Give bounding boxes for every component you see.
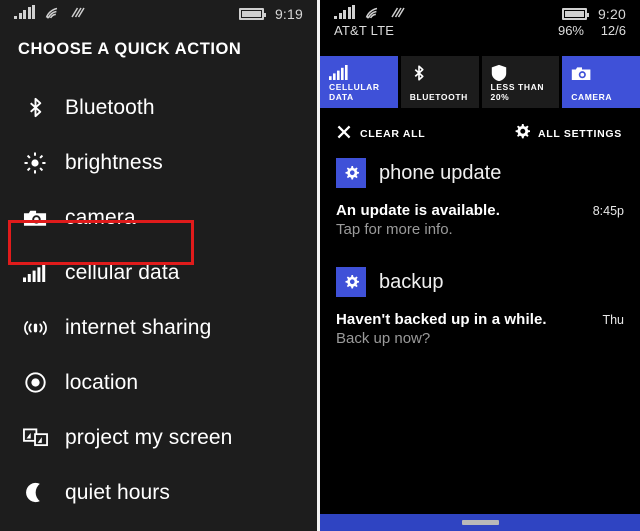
wifi-icon <box>44 6 60 19</box>
notification-subtitle: Tap for more info. <box>336 221 453 238</box>
action-row: CLEAR ALL ALL SETTINGS <box>320 108 640 142</box>
all-settings-button[interactable]: ALL SETTINGS <box>514 123 622 145</box>
notification-header: phone update <box>336 158 624 188</box>
notification-time: 8:45p <box>592 204 624 218</box>
signal-bars-icon <box>14 5 35 19</box>
quick-action-item-project-my-screen[interactable]: project my screen <box>0 410 317 465</box>
battery-icon <box>238 8 266 20</box>
quick-action-item-cellular-data[interactable]: cellular data <box>0 245 317 300</box>
clear-all-label: CLEAR ALL <box>360 128 426 140</box>
quick-action-item-quiet-hours[interactable]: quiet hours <box>0 465 317 520</box>
date-label: 12/6 <box>600 23 626 38</box>
notification-list: phone update An update is available. 8:4… <box>320 158 640 347</box>
left-clock: 9:19 <box>274 6 303 22</box>
tile-label: BLUETOOTH <box>409 92 468 102</box>
quick-action-tiles: CELLULAR DATA BLUETOOTH LESS THAN 20% CA… <box>320 56 640 108</box>
tile-label: CAMERA <box>571 92 613 102</box>
screenshot-root: 9:19 CHOOSE A QUICK ACTION Bluetooth bri… <box>0 0 640 531</box>
notification-app-name: backup <box>379 270 444 293</box>
notification-subtitle: Back up now? <box>336 330 431 347</box>
location-icon <box>18 371 52 394</box>
left-status-right: 9:19 <box>238 6 303 22</box>
notification-title: An update is available. <box>336 202 501 219</box>
carrier-label: AT&T LTE <box>334 23 395 38</box>
quick-action-item-internet-sharing[interactable]: internet sharing <box>0 300 317 355</box>
gear-icon <box>514 123 530 145</box>
tile-label: CELLULAR DATA <box>329 82 380 102</box>
page-title: CHOOSE A QUICK ACTION <box>18 40 242 58</box>
camera-icon <box>18 208 52 228</box>
nav-bar-handle[interactable] <box>461 520 499 525</box>
gear-icon <box>336 158 366 188</box>
battery-percent: 96% <box>557 23 584 38</box>
quick-action-label: internet sharing <box>65 315 212 339</box>
moon-icon <box>18 481 52 504</box>
quick-action-label: location <box>65 370 139 394</box>
notification-phone-update[interactable]: phone update An update is available. 8:4… <box>320 158 640 238</box>
system-navigation-bar[interactable] <box>320 514 640 531</box>
clear-all-button[interactable]: CLEAR ALL <box>336 124 425 145</box>
all-settings-label: ALL SETTINGS <box>537 128 622 140</box>
quick-action-label: project my screen <box>65 425 233 449</box>
quick-action-label: cellular data <box>65 260 180 284</box>
project-screen-icon <box>18 427 52 448</box>
gear-icon <box>336 267 366 297</box>
data-sync-icon <box>389 6 405 19</box>
right-status-bar: 9:20 AT&T LTE 96% 12/6 <box>320 0 640 46</box>
quick-action-label: Bluetooth <box>65 95 155 119</box>
right-status-values: 96% 12/6 <box>558 23 626 38</box>
left-status-icons <box>14 5 85 19</box>
tile-camera[interactable]: CAMERA <box>562 56 640 108</box>
notification-backup[interactable]: backup Haven't backed up in a while. Thu… <box>320 267 640 347</box>
left-status-bar: 9:19 <box>0 0 317 30</box>
notification-app-name: phone update <box>379 161 502 184</box>
close-icon <box>336 124 352 145</box>
quick-action-label: brightness <box>65 150 163 174</box>
signal-bars-icon <box>334 5 355 19</box>
quick-action-label: quiet hours <box>65 480 171 504</box>
shield-icon <box>491 63 560 82</box>
internet-sharing-icon <box>18 318 52 338</box>
quick-action-label: camera <box>65 205 136 229</box>
tile-bluetooth[interactable]: BLUETOOTH <box>400 56 479 108</box>
quick-action-list: Bluetooth brightness camera cellular dat… <box>0 80 317 520</box>
battery-icon <box>561 8 589 20</box>
right-clock: 9:20 <box>597 6 626 22</box>
cellular-data-icon <box>18 263 52 282</box>
tile-battery-saver[interactable]: LESS THAN 20% <box>481 56 560 108</box>
right-status-right: 9:20 <box>561 6 626 22</box>
notification-title-row: Haven't backed up in a while. Thu <box>336 311 624 328</box>
tile-label: LESS THAN 20% <box>490 82 545 102</box>
quick-action-item-location[interactable]: location <box>0 355 317 410</box>
quick-action-item-brightness[interactable]: brightness <box>0 135 317 190</box>
camera-icon <box>571 63 640 83</box>
bluetooth-icon <box>18 96 52 119</box>
tile-cellular-data[interactable]: CELLULAR DATA <box>320 56 398 108</box>
cellular-data-icon <box>329 63 398 82</box>
notification-title-row: An update is available. 8:45p <box>336 202 624 219</box>
data-sync-icon <box>69 6 85 19</box>
left-phone-screen: 9:19 CHOOSE A QUICK ACTION Bluetooth bri… <box>0 0 317 531</box>
wifi-icon <box>364 6 380 19</box>
quick-action-item-bluetooth[interactable]: Bluetooth <box>0 80 317 135</box>
quick-action-item-camera[interactable]: camera <box>0 190 317 245</box>
right-status-row-text: AT&T LTE 96% 12/6 <box>334 23 626 38</box>
brightness-icon <box>18 151 52 175</box>
right-status-icons <box>334 5 405 19</box>
notification-header: backup <box>336 267 624 297</box>
right-phone-screen: 9:20 AT&T LTE 96% 12/6 CELLULAR DATA BLU… <box>320 0 640 531</box>
notification-time: Thu <box>602 313 624 327</box>
notification-title: Haven't backed up in a while. <box>336 311 547 328</box>
right-status-row-icons: 9:20 <box>334 5 626 22</box>
bluetooth-icon <box>410 63 479 83</box>
